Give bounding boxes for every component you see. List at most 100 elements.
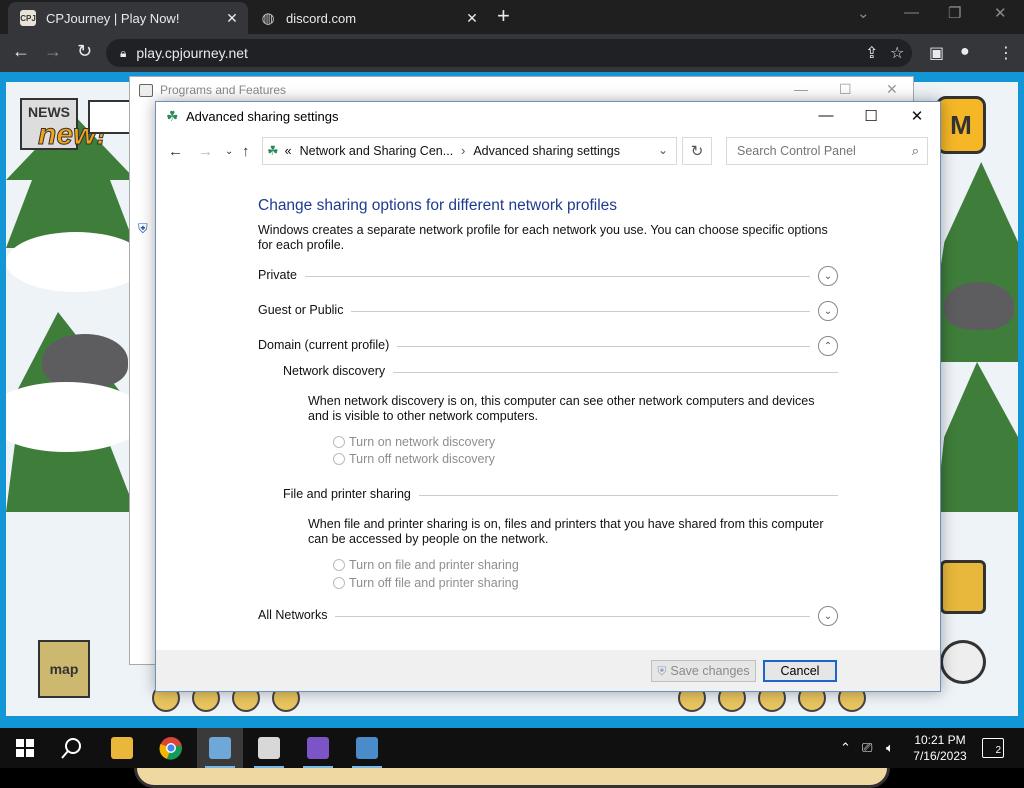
- moderator-badge-icon[interactable]: M: [936, 96, 986, 154]
- close-tab-icon[interactable]: ✕: [222, 10, 242, 27]
- save-label: Save changes: [670, 664, 750, 678]
- radio-turn-on-network-discovery[interactable]: Turn on network discovery: [333, 435, 495, 449]
- cpj-favicon: CPJ: [20, 10, 36, 26]
- tab-cpjourney[interactable]: CPJ CPJourney | Play Now! ✕: [8, 2, 248, 34]
- tab-strip: CPJ CPJourney | Play Now! ✕ ◍ discord.co…: [0, 0, 1024, 34]
- map-icon[interactable]: map: [38, 640, 90, 698]
- menu-icon[interactable]: ⋮: [998, 43, 1014, 63]
- breadcrumb[interactable]: ☘ « Network and Sharing Cen... › Advance…: [262, 137, 677, 165]
- search-icon[interactable]: [49, 728, 95, 768]
- title-bar[interactable]: ☘ Advanced sharing settings — ☐ ✕: [156, 102, 940, 132]
- breadcrumb-overflow[interactable]: «: [285, 144, 292, 158]
- notifications-icon[interactable]: 2: [982, 738, 1004, 758]
- back-icon[interactable]: ←: [12, 41, 30, 62]
- browser-toolbar: ← → ↻ 🔒︎ play.cpjourney.net ⇪ ☆ ▣ ● ⋮: [0, 34, 1024, 72]
- network-status-icon[interactable]: ⎚: [862, 740, 872, 756]
- restore-browser-icon[interactable]: ❐: [948, 4, 961, 22]
- profile-label[interactable]: Private: [258, 268, 305, 282]
- profile-icon[interactable]: ●: [960, 43, 970, 61]
- close-tab-icon[interactable]: ✕: [462, 10, 482, 27]
- sidepanel-icon[interactable]: ▣: [929, 43, 944, 63]
- profile-all-networks[interactable]: All Networks ⌄: [258, 606, 838, 630]
- expand-chevron-icon[interactable]: ⌄: [818, 301, 838, 321]
- intro-text: Windows creates a separate network profi…: [258, 223, 828, 252]
- star-icon[interactable]: ☆: [890, 43, 904, 63]
- profile-private[interactable]: Private ⌄: [258, 266, 838, 290]
- tab-discord[interactable]: ◍ discord.com ✕: [248, 2, 488, 34]
- expand-chevron-icon[interactable]: ⌄: [818, 606, 838, 626]
- network-icon: ☘: [166, 108, 179, 124]
- radio-label[interactable]: Turn on file and printer sharing: [349, 558, 519, 572]
- expand-chevron-icon[interactable]: ⌄: [818, 266, 838, 286]
- start-icon[interactable]: [2, 728, 48, 768]
- search-input[interactable]: [735, 143, 905, 159]
- taskbar: ⌃ ⎚ 🔈︎ 10:21 PM 7/16/2023 2: [0, 728, 1024, 768]
- file-explorer-icon[interactable]: [99, 728, 145, 768]
- profile-domain[interactable]: Domain (current profile) ⌃: [258, 336, 838, 360]
- radio-label[interactable]: Turn off file and printer sharing: [349, 576, 519, 590]
- remote-desktop-icon[interactable]: [344, 728, 390, 768]
- share-icon[interactable]: ⇪: [865, 43, 878, 63]
- new-tab-button[interactable]: +: [497, 5, 510, 27]
- address-bar[interactable]: 🔒︎ play.cpjourney.net: [106, 39, 912, 67]
- cancel-button[interactable]: Cancel: [763, 660, 837, 682]
- close-icon[interactable]: ✕: [886, 81, 898, 98]
- forward-icon[interactable]: →: [198, 143, 213, 160]
- close-browser-icon[interactable]: ✕: [994, 4, 1007, 22]
- radio-label[interactable]: Turn on network discovery: [349, 435, 495, 449]
- close-icon[interactable]: ✕: [902, 107, 932, 125]
- collapse-chevron-icon[interactable]: ⌃: [818, 336, 838, 356]
- subsection-title: File and printer sharing: [283, 487, 419, 501]
- page-title: Change sharing options for different net…: [258, 197, 618, 214]
- tab-search-icon[interactable]: ⌄: [857, 4, 870, 22]
- tab-title: CPJourney | Play Now!: [46, 10, 180, 26]
- chrome-icon[interactable]: [148, 728, 194, 768]
- reload-icon[interactable]: ↻: [77, 41, 92, 62]
- padlock-icon[interactable]: [940, 560, 986, 614]
- volume-muted-icon[interactable]: 🔈︎: [886, 740, 894, 756]
- radio-circle[interactable]: [333, 436, 345, 448]
- search-box[interactable]: ⌕: [726, 137, 928, 165]
- clock[interactable]: 10:21 PM 7/16/2023: [912, 732, 968, 764]
- visual-studio-icon[interactable]: [295, 728, 341, 768]
- radio-circle[interactable]: [333, 577, 345, 589]
- radio-circle[interactable]: [333, 559, 345, 571]
- profile-label[interactable]: All Networks: [258, 608, 336, 622]
- profile-guest-public[interactable]: Guest or Public ⌄: [258, 301, 838, 325]
- radio-turn-off-network-discovery[interactable]: Turn off network discovery: [333, 452, 495, 466]
- control-panel-icon[interactable]: [197, 728, 243, 768]
- minimize-icon[interactable]: —: [794, 81, 808, 97]
- refresh-icon[interactable]: ↻: [682, 137, 712, 165]
- minimize-browser-icon[interactable]: —: [904, 4, 919, 21]
- lock-icon[interactable]: 🔒︎: [120, 46, 126, 61]
- forward-icon[interactable]: →: [44, 41, 62, 62]
- radio-turn-off-file-sharing[interactable]: Turn off file and printer sharing: [333, 576, 519, 590]
- uac-shield-icon: ⛨: [657, 663, 667, 678]
- radio-circle[interactable]: [333, 453, 345, 465]
- maximize-icon[interactable]: ☐: [839, 81, 852, 98]
- phone-icon[interactable]: [940, 640, 986, 684]
- radio-label[interactable]: Turn off network discovery: [349, 452, 495, 466]
- window-title: Advanced sharing settings: [186, 109, 339, 124]
- show-hidden-icons-icon[interactable]: ⌃: [840, 740, 851, 756]
- breadcrumb-item-advanced-sharing[interactable]: Advanced sharing settings: [473, 144, 620, 158]
- advanced-sharing-settings-window[interactable]: ☘ Advanced sharing settings — ☐ ✕ ← → ⌄ …: [155, 101, 941, 692]
- minimize-icon[interactable]: —: [811, 107, 841, 124]
- radio-turn-on-file-sharing[interactable]: Turn on file and printer sharing: [333, 558, 519, 572]
- profile-label[interactable]: Domain (current profile): [258, 338, 398, 352]
- mail-icon[interactable]: [88, 100, 134, 134]
- breadcrumb-item-network-sharing[interactable]: Network and Sharing Cen...: [300, 144, 454, 158]
- recent-locations-icon[interactable]: ⌄: [225, 146, 233, 157]
- address-row: ← → ⌄ ↑ ☘ « Network and Sharing Cen... ›…: [156, 132, 940, 172]
- maximize-icon[interactable]: ☐: [856, 107, 886, 125]
- save-changes-button[interactable]: ⛨ Save changes: [651, 660, 756, 682]
- search-icon[interactable]: ⌕: [912, 143, 919, 159]
- breadcrumb-separator-icon[interactable]: ›: [461, 144, 465, 158]
- profile-label[interactable]: Guest or Public: [258, 303, 352, 317]
- back-icon[interactable]: ←: [168, 143, 183, 160]
- content-pane: Change sharing options for different net…: [156, 172, 940, 650]
- chevron-down-icon[interactable]: ⌄: [658, 143, 668, 157]
- notepad-icon[interactable]: [246, 728, 292, 768]
- network-discovery-header: Network discovery: [283, 364, 838, 386]
- up-icon[interactable]: ↑: [242, 143, 250, 160]
